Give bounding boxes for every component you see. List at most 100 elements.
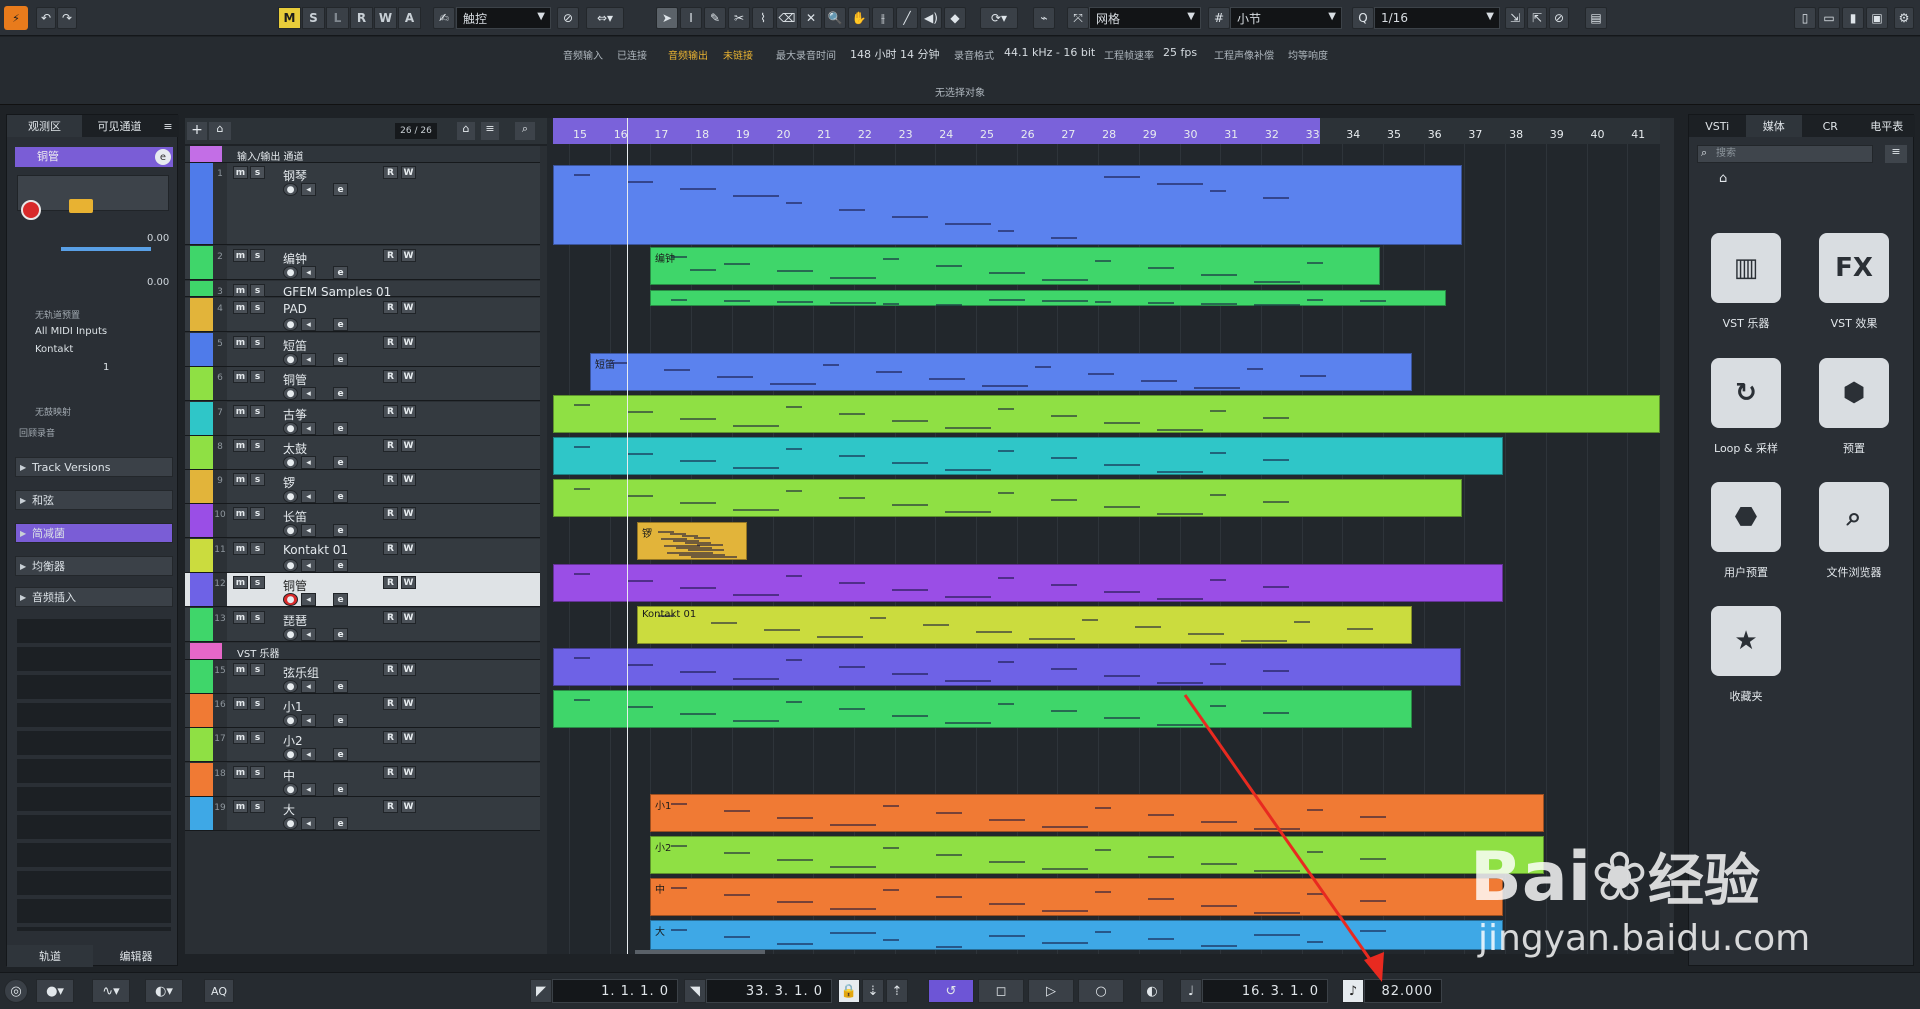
h-scrollbar[interactable] (635, 950, 765, 954)
record-enable-button[interactable]: ● (283, 783, 298, 796)
read-button[interactable]: R (383, 473, 398, 486)
tab-vsti[interactable]: VSTi (1689, 115, 1746, 137)
read-button[interactable]: R (383, 249, 398, 262)
monitor-button[interactable]: ◂ (301, 490, 316, 503)
insert-slots[interactable] (17, 619, 171, 931)
right-zone-toggle[interactable]: ▮ (1842, 7, 1864, 29)
track-row-12[interactable]: 12 m s 铜管 ● ◂ e R W (185, 573, 540, 607)
write-button[interactable]: W (401, 576, 416, 589)
timewarp-tool[interactable]: ⫲ (872, 7, 894, 29)
clip-brass[interactable] (553, 395, 1660, 433)
a-mode-button[interactable]: A (398, 7, 421, 29)
edit-button[interactable]: e (333, 628, 348, 641)
metronome-mode-icon[interactable]: ◐▾ (145, 979, 183, 1003)
track-row-19[interactable]: 19 m s 大 ● ◂ e R W (185, 797, 540, 831)
monitor-button[interactable]: ◂ (301, 353, 316, 366)
mute-button[interactable]: m (233, 731, 248, 744)
write-button[interactable]: W (401, 731, 416, 744)
solo-button[interactable]: s (250, 731, 265, 744)
draw-tool[interactable]: ✎ (704, 7, 726, 29)
monitor-button[interactable]: ◂ (301, 817, 316, 830)
left-locator-icon[interactable]: ◤ (530, 979, 552, 1003)
edit-button[interactable]: e (333, 524, 348, 537)
home-icon[interactable]: ⌂ (1719, 171, 1727, 186)
track-row-16[interactable]: 16 m s 小1 ● ◂ e R W (185, 694, 540, 728)
track-row-8[interactable]: 8 m s 太鼓 ● ◂ e R W (185, 436, 540, 470)
add-track-icon[interactable]: + (187, 122, 207, 140)
loops-samples-icon[interactable]: ↻ (1711, 358, 1781, 428)
edit-button[interactable]: e (333, 318, 348, 331)
solo-button[interactable]: s (250, 800, 265, 813)
play-button[interactable]: ▷ (1028, 979, 1074, 1003)
zoom-tool[interactable]: 🔍 (824, 7, 846, 29)
clip-piccolo[interactable]: 短笛 (590, 353, 1412, 391)
track-name[interactable]: 铜管 (283, 371, 307, 388)
edit-button[interactable]: e (333, 748, 348, 761)
track-row-6[interactable]: 6 m s 铜管 ● ◂ e R W (185, 367, 540, 401)
glue-tool[interactable]: ⌇ (752, 7, 774, 29)
section-audio-inserts[interactable]: 音频插入 (15, 587, 173, 607)
record-option[interactable]: 回顾录音 (19, 426, 55, 439)
object-select-tool[interactable]: ➤ (656, 7, 678, 29)
track-row-5[interactable]: 5 m s 短笛 ● ◂ e R W (185, 333, 540, 367)
read-button[interactable]: R (383, 370, 398, 383)
read-button[interactable]: R (383, 697, 398, 710)
record-enable-button[interactable]: ● (283, 680, 298, 693)
mute-tool[interactable]: ✕ (800, 7, 822, 29)
track-row-7[interactable]: 7 m s 古筝 ● ◂ e R W (185, 402, 540, 436)
clip-taiko[interactable] (553, 479, 1462, 517)
track-name[interactable]: 弦乐组 (283, 664, 319, 681)
edit-button[interactable]: e (333, 680, 348, 693)
edit-button[interactable]: e (333, 353, 348, 366)
quantize-dropdown[interactable]: 1/16 ▼ (1374, 7, 1500, 29)
track-name[interactable]: 编钟 (283, 250, 307, 267)
solo-button[interactable]: s (250, 766, 265, 779)
monitor-button[interactable]: ◂ (301, 266, 316, 279)
write-button[interactable]: W (401, 542, 416, 555)
track-row-18[interactable]: 18 m s 中 ● ◂ e R W (185, 763, 540, 797)
track-name[interactable]: 小1 (283, 698, 303, 715)
project-window-icon[interactable]: ▣ (1866, 7, 1888, 29)
solo-mode-button[interactable]: S (302, 7, 325, 29)
edit-button[interactable]: e (333, 456, 348, 469)
record-enable-button[interactable]: ● (283, 183, 298, 196)
read-button[interactable]: R (383, 336, 398, 349)
write-automation-button[interactable]: W (374, 7, 397, 29)
write-button[interactable]: W (401, 697, 416, 710)
color-tool[interactable]: ◆ (944, 7, 966, 29)
grid-type-dropdown[interactable]: 网格 ▼ (1089, 7, 1201, 29)
lock-icon[interactable]: 🔒 (838, 979, 860, 1003)
monitor-button[interactable]: ◂ (301, 628, 316, 641)
monitor-button[interactable]: ◂ (301, 422, 316, 435)
cycle-button[interactable]: ↺ (928, 979, 974, 1003)
punch-out-icon[interactable]: ⇡ (886, 979, 908, 1003)
record-enable-button[interactable]: ● (283, 559, 298, 572)
automation-mode-dropdown[interactable]: 触控 ▼ (456, 7, 551, 29)
mute-button[interactable]: m (233, 697, 248, 710)
write-button[interactable]: W (401, 663, 416, 676)
solo-button[interactable]: s (250, 166, 265, 179)
record-enable-button[interactable]: ● (283, 628, 298, 641)
edit-button[interactable]: e (333, 714, 348, 727)
section-equalizer[interactable]: 均衡器 (15, 556, 173, 576)
tab-meter[interactable]: 电平表 (1859, 115, 1916, 137)
autoscroll-button[interactable]: ⟳▾ (980, 7, 1018, 29)
edit-button[interactable]: e (333, 387, 348, 400)
track-row-17[interactable]: 17 m s 小2 ● ◂ e R W (185, 728, 540, 762)
edit-button[interactable]: e (333, 266, 348, 279)
vst-effects-icon[interactable]: FX (1819, 233, 1889, 303)
media-menu-icon[interactable]: ≡ (1885, 145, 1907, 163)
read-button[interactable]: R (383, 576, 398, 589)
read-button[interactable]: R (383, 507, 398, 520)
clip-s1[interactable]: 小1 (650, 794, 1544, 832)
stop-button[interactable]: ◻ (978, 979, 1024, 1003)
clip-gong[interactable]: 锣 (637, 522, 747, 560)
track-row-10[interactable]: 10 m s 长笛 ● ◂ e R W (185, 504, 540, 538)
write-button[interactable]: W (401, 405, 416, 418)
record-enable-button[interactable]: ● (283, 524, 298, 537)
mute-button[interactable]: m (233, 576, 248, 589)
punch-in-icon[interactable]: ⇣ (862, 979, 884, 1003)
track-name[interactable]: 古筝 (283, 406, 307, 423)
read-button[interactable]: R (383, 663, 398, 676)
write-button[interactable]: W (401, 611, 416, 624)
